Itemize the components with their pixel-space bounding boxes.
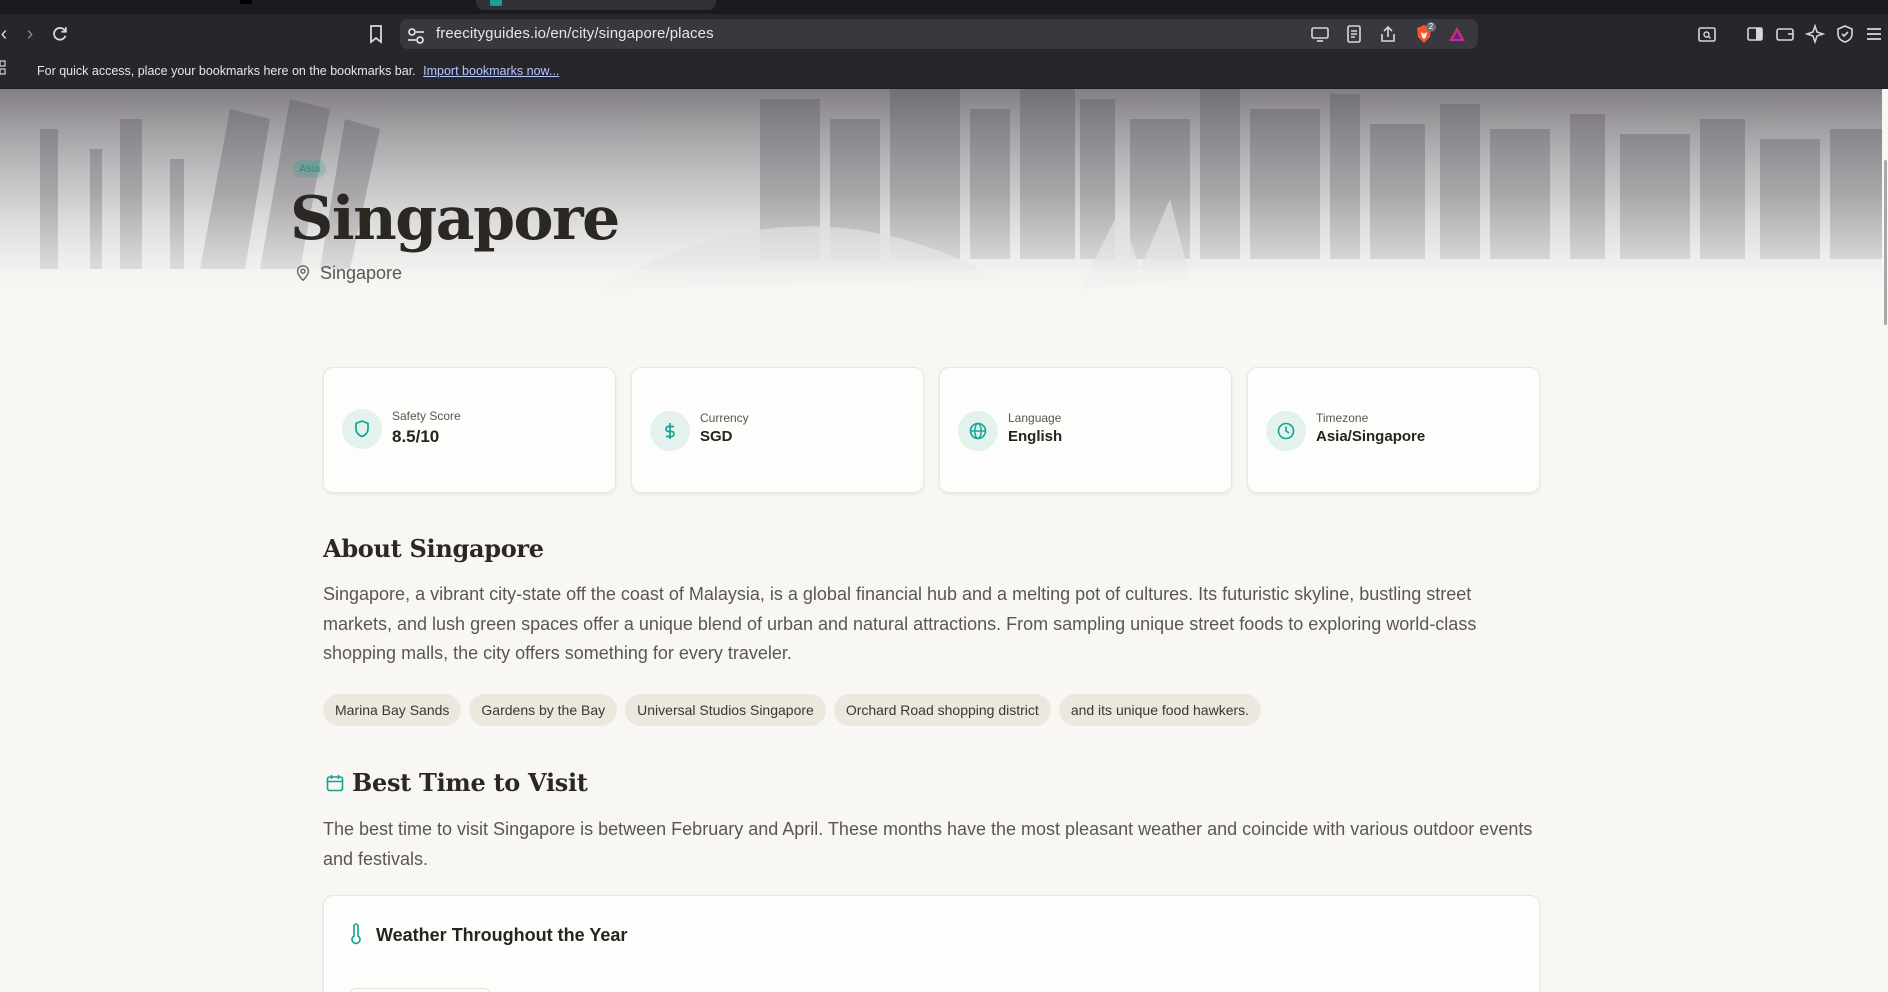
highlight-chip: Orchard Road shopping district <box>833 694 1051 726</box>
bookmarks-bar: For quick access, place your bookmarks h… <box>0 54 1888 89</box>
card-value: English <box>1008 428 1063 445</box>
card-value: Asia/Singapore <box>1316 428 1426 445</box>
reader-mode-icon[interactable] <box>1344 24 1364 44</box>
city-title: Singapore <box>290 184 620 254</box>
country-name: Singapore <box>320 262 403 283</box>
card-value: SGD <box>700 428 733 445</box>
reload-icon[interactable] <box>48 22 72 46</box>
best-time-heading: Best Time to Visit <box>352 768 588 797</box>
tab-strip <box>0 0 1888 14</box>
browser-toolbar: ‹ › freecityguides.io/en/city/singapore/… <box>0 14 1888 54</box>
card-label: Timezone <box>1316 411 1369 425</box>
calendar-icon <box>325 773 345 793</box>
card-label: Language <box>1008 411 1062 425</box>
bookmark-icon[interactable] <box>366 24 386 44</box>
tab-favicon <box>490 0 502 6</box>
weather-card: Weather Throughout the Year <box>323 895 1540 992</box>
clock-icon <box>1266 411 1306 451</box>
share-icon[interactable] <box>1378 24 1398 44</box>
rewards-icon[interactable] <box>1447 24 1467 44</box>
active-tab[interactable] <box>476 0 716 10</box>
safety-score-card: Safety Score 8.5/10 <box>323 367 616 493</box>
globe-icon <box>958 411 998 451</box>
highlight-chip: and its unique food hawkers. <box>1058 694 1262 726</box>
map-pin-icon <box>296 265 310 282</box>
bookmarks-hint-text: For quick access, place your bookmarks h… <box>37 64 416 78</box>
weather-title: Weather Throughout the Year <box>376 925 628 945</box>
highlight-chip: Gardens by the Bay <box>469 694 618 726</box>
about-heading: About Singapore <box>323 534 544 563</box>
back-icon[interactable]: ‹ <box>0 22 16 46</box>
vpn-icon[interactable] <box>1835 24 1855 44</box>
timezone-card: Timezone Asia/Singapore <box>1247 367 1540 493</box>
highlight-chip: Marina Bay Sands <box>323 694 462 726</box>
cast-icon[interactable] <box>1310 24 1330 44</box>
forward-icon[interactable]: › <box>18 22 42 46</box>
card-label: Safety Score <box>392 409 461 423</box>
apps-grid-icon[interactable] <box>0 60 8 76</box>
card-label: Currency <box>700 411 749 425</box>
weather-toggle[interactable] <box>350 988 490 992</box>
site-settings-icon[interactable] <box>406 26 424 44</box>
scrollbar-thumb[interactable] <box>1884 160 1887 325</box>
currency-card: Currency SGD <box>631 367 924 493</box>
region-badge: Asia <box>293 160 327 178</box>
hero-banner <box>0 89 1882 329</box>
country-row: Singapore <box>294 262 402 284</box>
about-text: Singapore, a vibrant city-state off the … <box>323 584 1477 663</box>
shields-count-badge: 2 <box>1426 22 1436 32</box>
leo-ai-icon[interactable] <box>1805 24 1825 44</box>
tab-separator <box>240 0 252 4</box>
language-card: Language English <box>939 367 1232 493</box>
wallet-icon[interactable] <box>1775 24 1795 44</box>
highlight-chip: Universal Studios Singapore <box>625 694 826 726</box>
card-value: 8.5/10 <box>392 427 440 446</box>
sidebar-icon[interactable] <box>1745 24 1765 44</box>
thermometer-icon <box>350 923 362 945</box>
dollar-icon <box>650 411 690 451</box>
url-text[interactable]: freecityguides.io/en/city/singapore/plac… <box>436 25 714 42</box>
import-bookmarks-link[interactable]: Import bookmarks now... <box>423 64 559 78</box>
tab-search-icon[interactable] <box>1697 24 1717 44</box>
best-time-text: The best time to visit Singapore is betw… <box>323 819 1533 869</box>
menu-icon[interactable] <box>1864 24 1884 44</box>
bookmarks-bar-message: For quick access, place your bookmarks h… <box>37 64 559 78</box>
highlights-list: Marina Bay Sands Gardens by the Bay Univ… <box>323 694 1262 726</box>
shield-icon <box>342 409 382 449</box>
hero-overlay <box>0 89 1882 329</box>
